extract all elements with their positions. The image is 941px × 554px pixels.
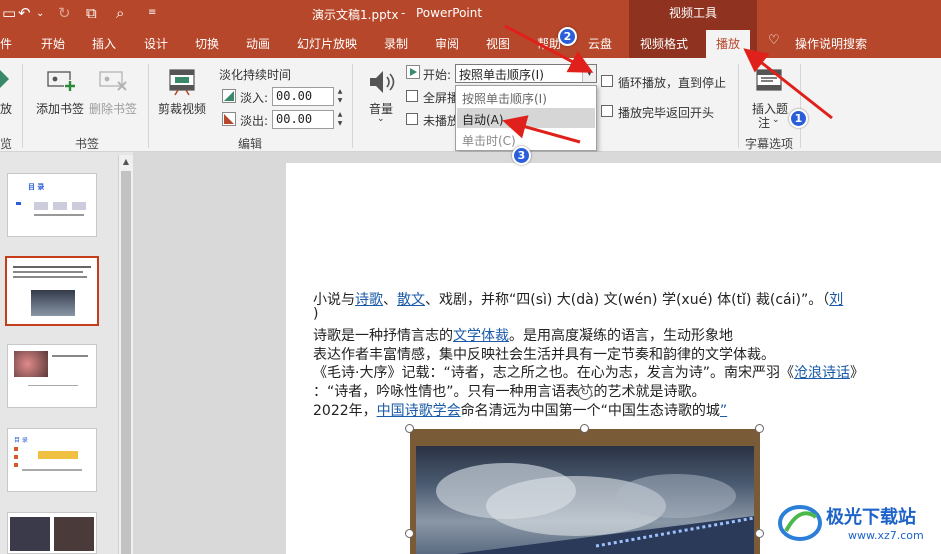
- watermark-url: www.xz7.com: [848, 529, 924, 542]
- annotation-badge-2: 2: [558, 27, 577, 46]
- annotation-arrow-1: [743, 48, 833, 120]
- annotation-badge-3: 3: [512, 146, 531, 165]
- watermark: 极光下载站 www.xz7.com: [776, 495, 941, 554]
- annotation-badge-1: 1: [789, 109, 808, 128]
- annotation-arrow-3: [502, 115, 581, 144]
- watermark-name: 极光下载站: [826, 507, 916, 528]
- annotation-overlay: [502, 24, 833, 144]
